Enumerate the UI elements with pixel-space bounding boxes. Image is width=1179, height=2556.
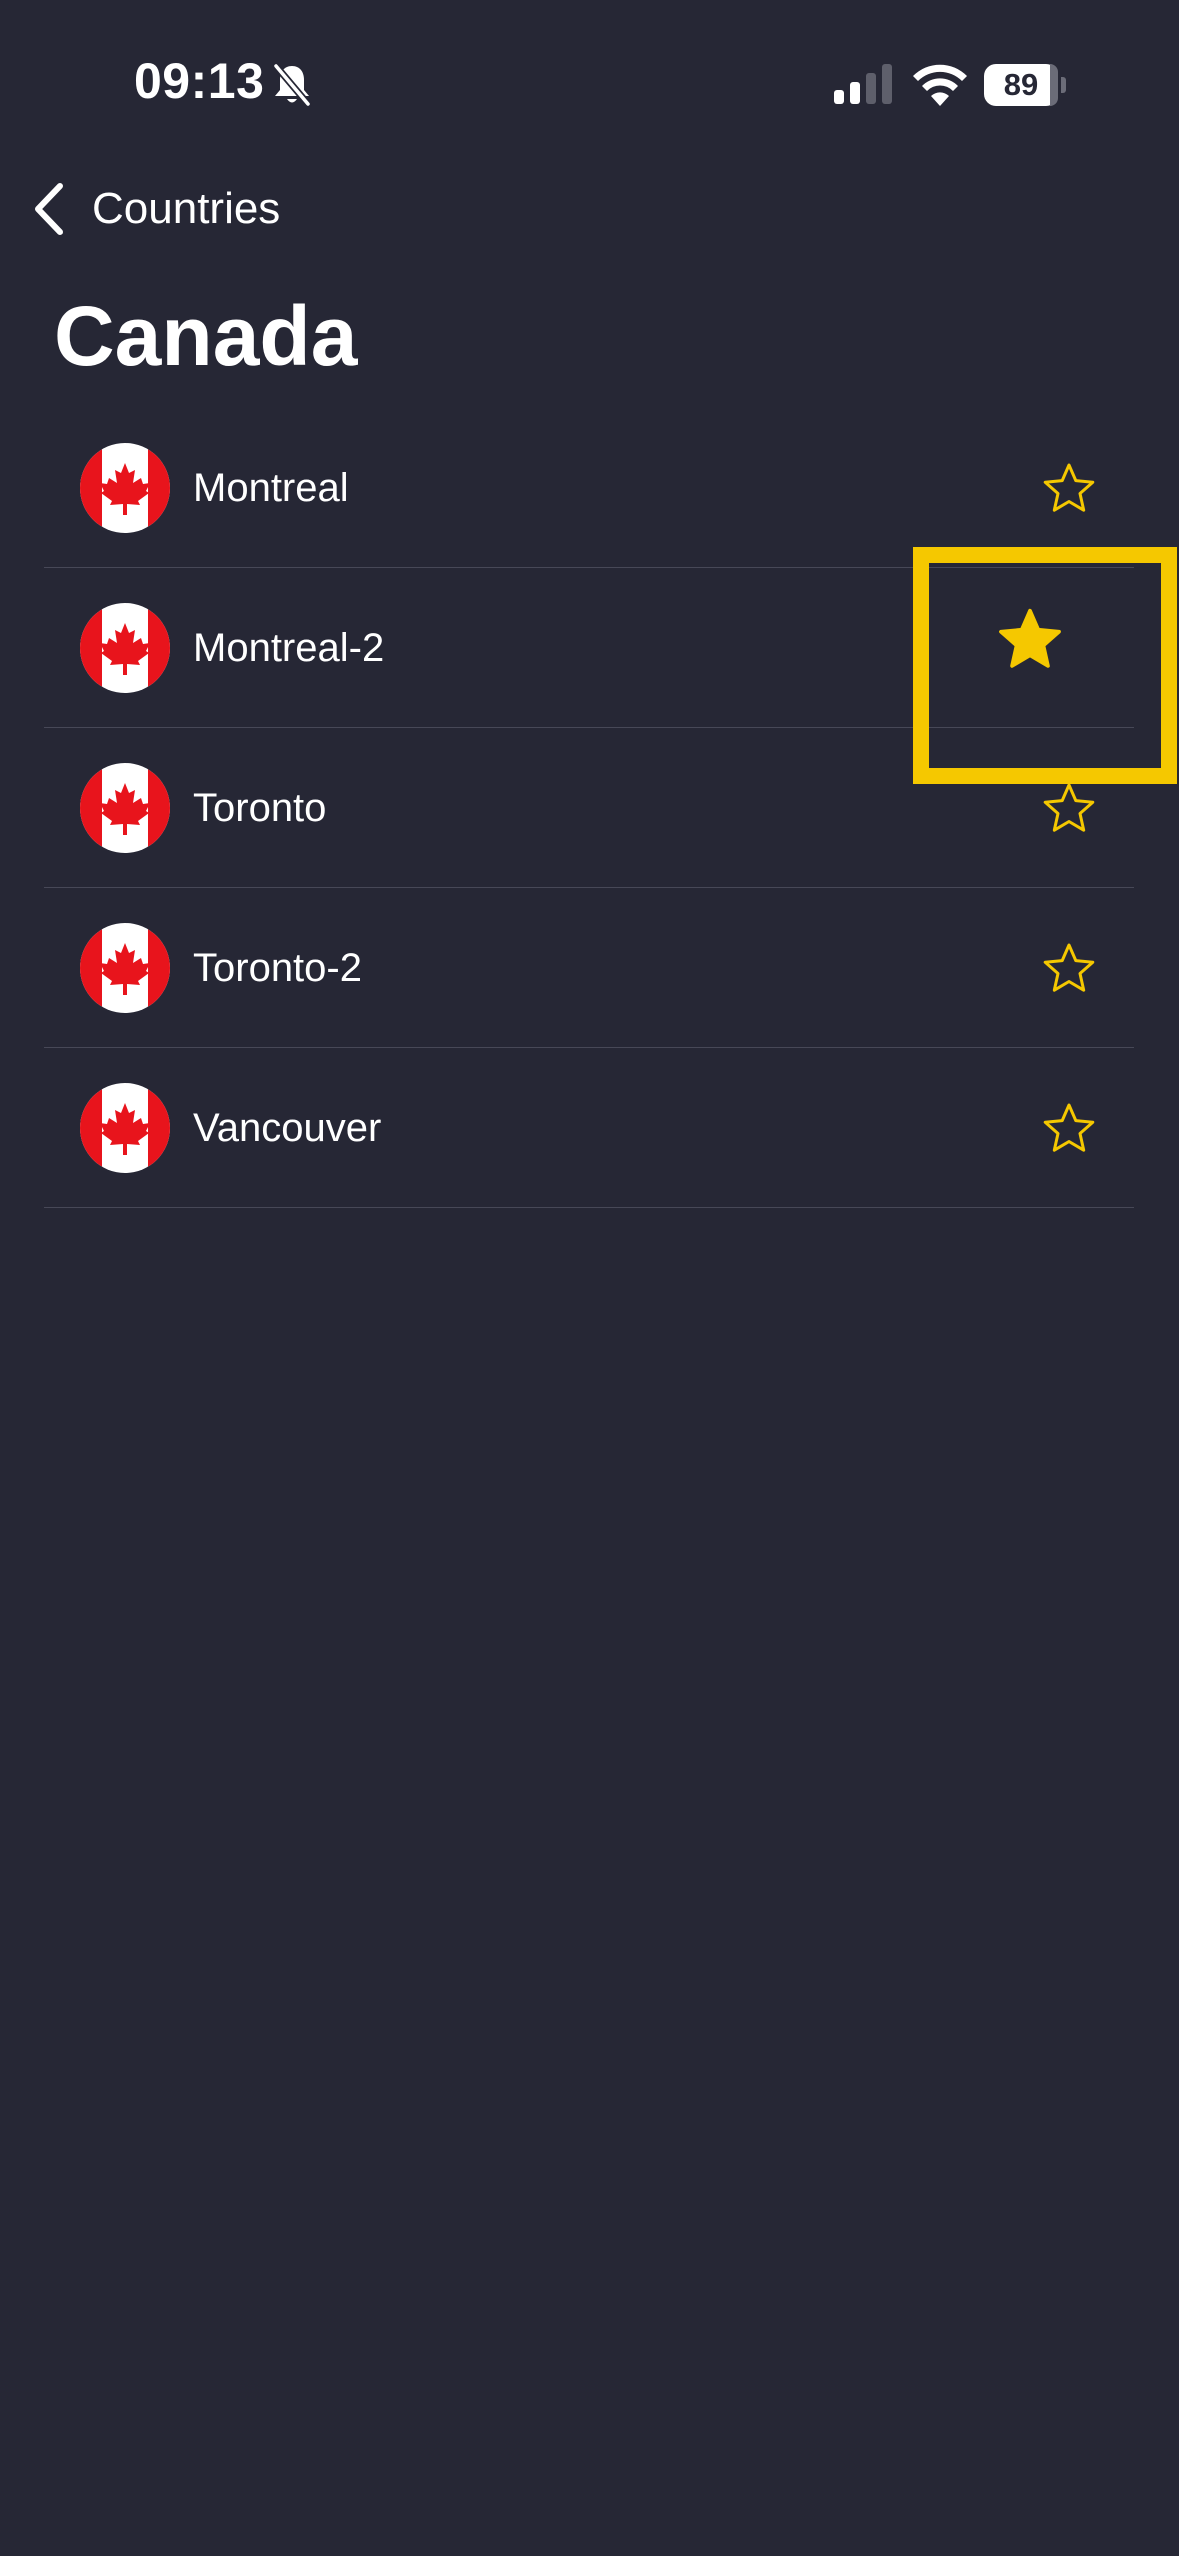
star-outline-icon[interactable]	[1042, 462, 1096, 516]
divider	[44, 1207, 1134, 1208]
canada-flag-icon	[80, 603, 170, 693]
city-name: Toronto-2	[193, 946, 362, 990]
status-time: 09:13	[134, 53, 265, 109]
back-button[interactable]: Countries	[30, 176, 280, 242]
city-name: Montreal	[193, 466, 349, 510]
list-item-toronto[interactable]: Toronto	[0, 728, 1179, 888]
city-list: Montreal Montreal-2 Toronto Toronto-2 Va…	[0, 408, 1179, 1208]
city-name: Montreal-2	[193, 626, 385, 670]
chevron-left-icon	[35, 183, 63, 235]
city-name: Toronto	[193, 786, 327, 830]
city-name: Vancouver	[193, 1106, 382, 1150]
battery-percent: 89	[1003, 67, 1039, 102]
list-item-montreal[interactable]: Montreal	[0, 408, 1179, 568]
canada-flag-icon	[80, 923, 170, 1013]
bell-slash-icon	[272, 62, 312, 108]
back-button-label: Countries	[92, 184, 281, 233]
star-outline-icon[interactable]	[1042, 782, 1096, 836]
star-outline-icon[interactable]	[1042, 942, 1096, 996]
page-title: Canada	[54, 289, 358, 383]
star-filled-icon[interactable]	[997, 607, 1063, 673]
status-bar: 09:13 89	[0, 0, 1179, 170]
list-item-toronto-2[interactable]: Toronto-2	[0, 888, 1179, 1048]
wifi-icon	[913, 64, 967, 106]
battery-level: 89	[984, 64, 1058, 106]
list-item-vancouver[interactable]: Vancouver	[0, 1048, 1179, 1208]
battery-icon: 89	[984, 64, 1066, 106]
cellular-signal-icon	[834, 64, 892, 104]
star-outline-icon[interactable]	[1042, 1102, 1096, 1156]
canada-flag-icon	[80, 763, 170, 853]
list-item-montreal-2[interactable]: Montreal-2	[0, 568, 1179, 728]
canada-flag-icon	[80, 443, 170, 533]
canada-flag-icon	[80, 1083, 170, 1173]
